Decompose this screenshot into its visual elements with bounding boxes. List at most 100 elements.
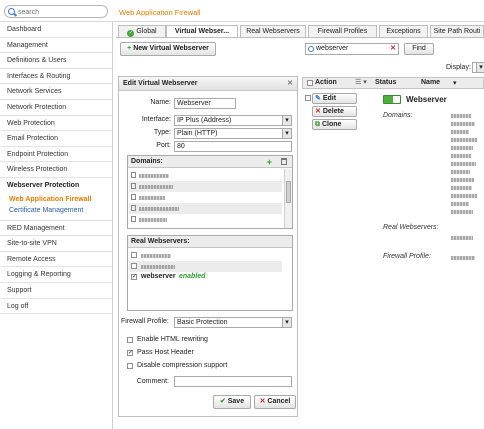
row-checkbox[interactable]: [305, 95, 311, 101]
edit-label: Edit: [322, 95, 337, 102]
select-all-checkbox[interactable]: [307, 80, 313, 86]
comment-field[interactable]: [174, 376, 292, 387]
sidebar-item-endpoint-protection[interactable]: Endpoint Protection: [0, 147, 112, 163]
sidebar: Dashboard Management Definitions & Users In…: [0, 22, 113, 429]
cancel-button[interactable]: ✕ Cancel: [254, 395, 296, 409]
display-select[interactable]: [472, 62, 484, 73]
entry-name: Webserver: [406, 95, 447, 104]
col-name: Name: [421, 79, 441, 86]
sidebar-item-interfaces-routing[interactable]: Interfaces & Routing: [0, 69, 112, 85]
realserver-row-selected[interactable]: ✓ webserver enabled: [129, 272, 282, 283]
sidebar-item-log-off[interactable]: Log off: [0, 299, 112, 315]
firewall-profile-select[interactable]: Basic Protection: [174, 317, 292, 328]
tab-divider: [116, 37, 484, 38]
sidebar-item-logging-reporting[interactable]: Logging & Reporting: [0, 267, 112, 283]
clone-button[interactable]: ⧉ Clone: [312, 119, 357, 130]
clone-icon: ⧉: [315, 121, 320, 128]
tab-real-webservers[interactable]: Real Webservers: [240, 25, 306, 37]
sidebar-item-management[interactable]: Management: [0, 38, 112, 54]
comment-label: Comment:: [136, 378, 169, 385]
domain-icon: [131, 205, 136, 211]
new-button-label: New Virtual Webserver: [133, 45, 209, 52]
enable-html-rewriting-checkbox[interactable]: [127, 337, 133, 343]
tab-global[interactable]: ✓ Global: [118, 25, 166, 37]
realserver-name: webserver: [141, 273, 176, 280]
find-button[interactable]: Find: [404, 43, 434, 55]
tab-virtual-webservers[interactable]: Virtual Webser...: [166, 25, 238, 37]
plus-icon: +: [127, 45, 132, 52]
pass-host-header-checkbox[interactable]: ✓: [127, 350, 133, 356]
disable-compression-checkbox[interactable]: [127, 363, 133, 369]
filter-input[interactable]: webserver ✕: [305, 43, 399, 55]
domain-row[interactable]: [129, 203, 282, 214]
edit-panel: Edit Virtual Webserver ✕ Name: Webserver…: [118, 76, 298, 417]
close-icon[interactable]: ✕: [287, 77, 293, 91]
check-circle-icon: ✓: [127, 30, 135, 37]
firewall-profile-detail-label: Firewall Profile:: [383, 253, 431, 260]
display-label: Display:: [446, 64, 471, 71]
search-input[interactable]: [18, 7, 104, 17]
realserver-checkbox-checked[interactable]: ✓: [131, 274, 137, 280]
sidebar-item-dashboard[interactable]: Dashboard: [0, 22, 112, 38]
domains-scrollbar[interactable]: [284, 169, 292, 228]
col-status: Status: [375, 79, 397, 86]
domains-box: Domains: +: [127, 155, 293, 229]
domain-row[interactable]: [129, 170, 282, 181]
search-box[interactable]: [4, 5, 108, 18]
app-title: Web Application Firewall: [119, 8, 201, 17]
sidebar-item-email-protection[interactable]: Email Protection: [0, 131, 112, 147]
search-icon: [8, 8, 15, 15]
add-domain-icon[interactable]: +: [267, 156, 272, 168]
disable-compression-label: Disable compression support: [137, 362, 228, 369]
enable-html-rewriting-label: Enable HTML rewriting: [137, 336, 208, 343]
sidebar-item-site-to-site-vpn[interactable]: Site-to-site VPN: [0, 236, 112, 252]
realserver-status: enabled: [179, 273, 206, 280]
type-select[interactable]: Plain (HTTP): [174, 128, 292, 139]
cancel-icon: ✕: [259, 398, 266, 405]
interface-select[interactable]: IP Plus (Address): [174, 115, 292, 126]
panel-title: Edit Virtual Webserver: [123, 80, 198, 87]
pass-host-header-label: Pass Host Header: [137, 349, 194, 356]
real-webservers-detail-label: Real Webservers:: [383, 224, 439, 231]
domain-row[interactable]: [129, 192, 282, 203]
realserver-row[interactable]: [129, 250, 282, 261]
sidebar-item-wireless-protection[interactable]: Wireless Protection: [0, 162, 112, 178]
sidebar-subitem-web-application-firewall[interactable]: Web Application Firewall: [0, 194, 112, 205]
name-field[interactable]: Webserver: [174, 98, 236, 109]
port-field[interactable]: 80: [174, 141, 292, 152]
sidebar-subitem-certificate-management[interactable]: Certificate Management: [0, 205, 112, 216]
domain-icon: [131, 194, 136, 200]
domain-row[interactable]: [129, 214, 282, 225]
delete-button[interactable]: ✕ Delete: [312, 106, 357, 117]
sort-arrow-icon[interactable]: ▾: [453, 79, 457, 89]
tab-site-path-routing[interactable]: Site Path Routi: [430, 25, 484, 37]
realserver-row[interactable]: [129, 261, 282, 272]
tab-exceptions[interactable]: Exceptions: [379, 25, 428, 37]
trash-icon[interactable]: [281, 158, 287, 165]
domain-row[interactable]: [129, 181, 282, 192]
sidebar-item-network-protection[interactable]: Network Protection: [0, 100, 112, 116]
new-virtual-webserver-button[interactable]: + New Virtual Webserver: [120, 42, 216, 56]
sidebar-item-red-management[interactable]: RED Management: [0, 221, 112, 237]
realserver-checkbox[interactable]: [131, 252, 137, 258]
type-label: Type:: [153, 129, 171, 136]
sidebar-item-support[interactable]: Support: [0, 283, 112, 299]
filter-value: webserver: [316, 45, 349, 52]
domain-icon: [131, 172, 136, 178]
edit-button[interactable]: ✎ Edit: [312, 93, 357, 104]
sidebar-item-network-services[interactable]: Network Services: [0, 84, 112, 100]
save-label: Save: [227, 398, 245, 405]
domain-icon: [131, 216, 136, 222]
sort-icon[interactable]: ☰ ▾: [355, 78, 367, 86]
save-button[interactable]: ✔ Save: [213, 395, 251, 409]
tab-firewall-profiles[interactable]: Firewall Profiles: [308, 25, 377, 37]
sidebar-item-definitions-users[interactable]: Definitions & Users: [0, 53, 112, 69]
realserver-checkbox[interactable]: [131, 263, 137, 269]
sidebar-item-remote-access[interactable]: Remote Access: [0, 252, 112, 268]
delete-label: Delete: [322, 108, 344, 115]
pencil-icon: ✎: [315, 95, 321, 102]
clear-icon[interactable]: ✕: [390, 44, 396, 54]
sidebar-item-web-protection[interactable]: Web Protection: [0, 116, 112, 132]
sidebar-item-webserver-protection[interactable]: Webserver Protection: [0, 178, 112, 194]
status-toggle[interactable]: [383, 95, 401, 104]
